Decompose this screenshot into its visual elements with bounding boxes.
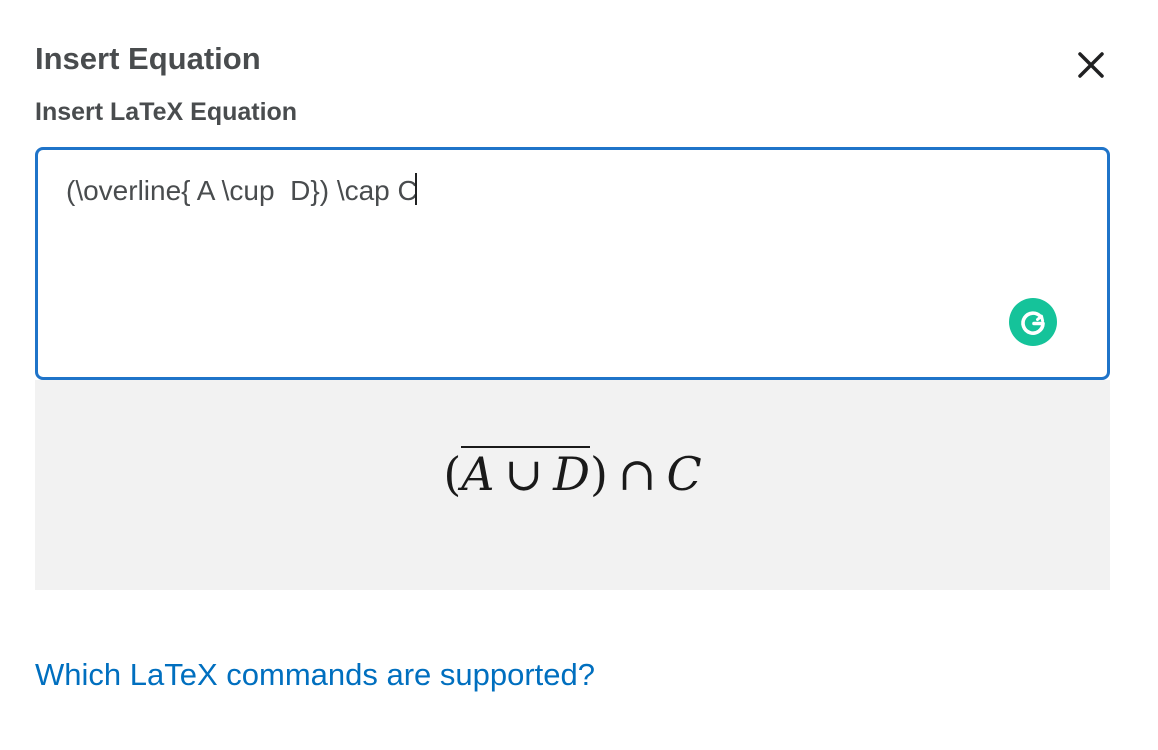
text-caret — [414, 173, 417, 205]
math-var-c: C — [666, 447, 702, 501]
math-open-paren: ( — [443, 447, 462, 501]
latex-input-text[interactable]: (\overline{ A \cup D}) \cap C — [66, 172, 418, 210]
math-cap-symbol: ∩ — [617, 447, 657, 501]
grammarly-button[interactable] — [1009, 298, 1057, 346]
latex-help-link[interactable]: Which LaTeX commands are supported? — [35, 655, 595, 695]
latex-field-label: Insert LaTeX Equation — [35, 98, 298, 126]
math-close-paren: ) — [589, 447, 608, 501]
equation-preview: (A ∪ D) ∩ C — [35, 380, 1110, 590]
math-overline-group: A ∪ D — [461, 446, 590, 498]
math-var-d: D — [553, 447, 590, 501]
latex-input-value[interactable]: (\overline{ A \cup D}) \cap C — [66, 175, 418, 206]
dialog-title: Insert Equation — [35, 41, 261, 76]
math-var-a: A — [461, 447, 495, 501]
insert-equation-dialog: Insert Equation Insert LaTeX Equation (\… — [0, 0, 1158, 750]
math-cup-symbol: ∪ — [504, 447, 544, 501]
latex-equation-input[interactable]: (\overline{ A \cup D}) \cap C — [35, 147, 1110, 380]
close-button[interactable] — [1068, 42, 1114, 88]
close-icon — [1078, 52, 1104, 78]
grammarly-icon — [1021, 311, 1045, 335]
rendered-equation: (A ∪ D) ∩ C — [35, 444, 1110, 504]
